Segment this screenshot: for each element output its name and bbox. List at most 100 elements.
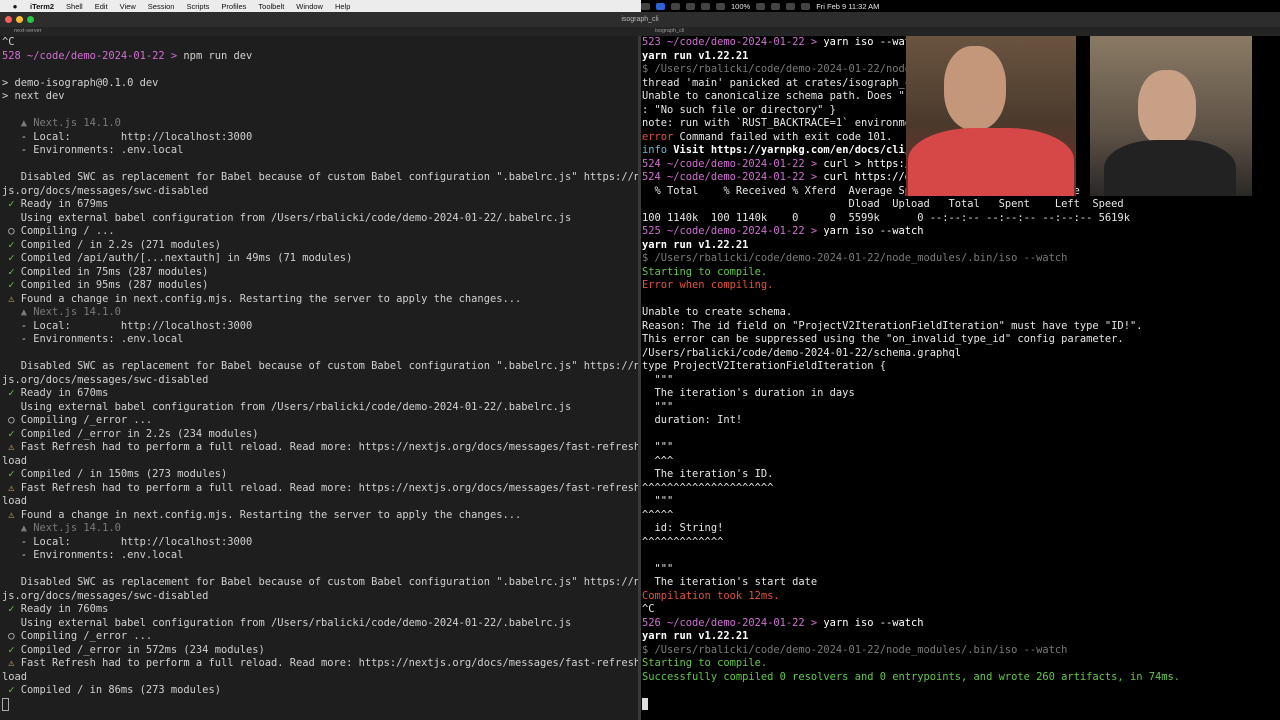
terminal-line: ^^^^^^^^^^^^^^^^^^^^^: [642, 481, 774, 494]
left-terminal-pane[interactable]: ^C 528 ~/code/demo-2024-01-22 > npm run d…: [0, 36, 638, 720]
terminal-line: Compilation took 12ms.: [642, 589, 780, 602]
terminal-line: ✓ Compiled / in 86ms (273 modules): [2, 684, 221, 696]
person-head: [944, 46, 1006, 130]
tab-isograph-cli[interactable]: isograph_cli: [641, 27, 684, 36]
terminal-line: 528 ~/code/demo-2024-01-22 > npm run dev: [2, 49, 253, 62]
battery-icon[interactable]: [756, 2, 766, 10]
terminal-line: - Environments: .env.local: [2, 549, 184, 561]
terminal-line: Dload Upload Total Spent Left Speed: [642, 198, 1124, 210]
menu-item-scripts[interactable]: Scripts: [186, 2, 209, 11]
search-icon[interactable]: [786, 2, 796, 10]
menu-item-session[interactable]: Session: [148, 2, 175, 11]
terminal-line: js.org/docs/messages/swc-disabled: [2, 589, 209, 602]
control-center-icon[interactable]: [801, 2, 811, 10]
bluetooth-icon[interactable]: [716, 2, 725, 10]
sync-icon[interactable]: [686, 2, 695, 10]
menu-item-help[interactable]: Help: [335, 2, 350, 11]
terminal-line: /Users/rbalicki/code/demo-2024-01-22/sch…: [642, 346, 962, 359]
terminal-line: ✓ Compiled in 75ms (287 modules): [2, 265, 209, 278]
terminal-line: Using external babel configuration from …: [2, 400, 572, 413]
person-head: [1138, 70, 1196, 146]
terminal-line: ^C: [642, 603, 655, 615]
menu-item-toolbelt[interactable]: Toolbelt: [258, 2, 284, 11]
terminal-line: ^^^^^^^^^^^^^: [642, 535, 724, 548]
headphones-icon[interactable]: [701, 2, 710, 10]
terminal-line: Using external babel configuration from …: [2, 211, 572, 224]
terminal-line: Disabled SWC as replacement for Babel be…: [2, 576, 638, 588]
terminal-line: ⚠ Fast Refresh had to perform a full rel…: [2, 441, 638, 453]
terminal-line: > demo-isograph@0.1.0 dev: [2, 76, 159, 89]
terminal-line: - Environments: .env.local: [2, 333, 184, 345]
terminal-line: Disabled SWC as replacement for Babel be…: [2, 360, 638, 372]
terminal-line: ^^^: [642, 454, 674, 467]
window-title: isograph_cli: [621, 16, 659, 23]
terminal-line: 526 ~/code/demo-2024-01-22 > yarn iso --…: [642, 616, 924, 629]
terminal-line: ^C: [2, 36, 15, 48]
pane-tab-bar: next-server isograph_cli: [0, 27, 1280, 36]
terminal-line: """: [642, 400, 674, 413]
terminal-line: ○ Compiling / ...: [2, 225, 115, 237]
window-titlebar[interactable]: isograph_cli: [0, 12, 1280, 27]
terminal-line: yarn run v1.22.21: [642, 630, 749, 642]
terminal-line: ^^^^^: [642, 508, 674, 521]
terminal-cursor-line: [0, 697, 638, 712]
terminal-line: ✓ Compiled /_error in 572ms (234 modules…: [2, 643, 265, 656]
menu-item-shell[interactable]: Shell: [66, 2, 83, 11]
terminal-line: ⚠ Found a change in next.config.mjs. Res…: [2, 292, 522, 305]
menu-item-edit[interactable]: Edit: [95, 2, 108, 11]
terminal-line: ✓ Ready in 679ms: [2, 198, 109, 210]
terminal-line: ✓ Compiled in 95ms (287 modules): [2, 279, 209, 291]
close-window-button[interactable]: [5, 16, 12, 23]
terminal-line: $ /Users/rbalicki/code/demo-2024-01-22/n…: [642, 643, 1068, 656]
menu-item-window[interactable]: Window: [296, 2, 323, 11]
minimize-window-button[interactable]: [16, 16, 23, 23]
terminal-line: Disabled SWC as replacement for Babel be…: [2, 171, 638, 183]
terminal-line: load: [2, 495, 28, 507]
terminal-line: ✓ Ready in 670ms: [2, 387, 109, 399]
battery-percent: 100%: [731, 1, 751, 11]
terminal-line: - Local: http://localhost:3000: [2, 319, 253, 332]
cloud-icon[interactable]: [671, 2, 680, 10]
terminal-line: $ /Users/rbalicki/code/demo-2024-01-22/n…: [642, 252, 1068, 264]
terminal-line: load: [2, 670, 28, 683]
terminal-line: ○ Compiling /_error ...: [2, 414, 153, 426]
terminal-line: Starting to compile.: [642, 657, 768, 669]
terminal-line: ⚠ Fast Refresh had to perform a full rel…: [2, 657, 638, 669]
terminal-line: """: [642, 495, 674, 507]
terminal-line: js.org/docs/messages/swc-disabled: [2, 184, 209, 197]
terminal-line: js.org/docs/messages/swc-disabled: [2, 373, 209, 386]
terminal-line: Successfully compiled 0 resolvers and 0 …: [642, 670, 1180, 683]
menu-clock[interactable]: Fri Feb 9 11:32 AM: [816, 2, 879, 11]
terminal-line: load: [2, 454, 28, 467]
terminal-line: ✓ Compiled / in 2.2s (271 modules): [2, 238, 221, 251]
terminal-line: type ProjectV2IterationFieldIteration {: [642, 360, 886, 372]
record-icon[interactable]: [641, 2, 650, 10]
terminal-line: ✓ Ready in 760ms: [2, 603, 109, 615]
terminal-cursor: [2, 697, 9, 711]
menu-app-name[interactable]: iTerm2: [30, 2, 54, 11]
menu-item-profiles[interactable]: Profiles: [221, 2, 246, 11]
terminal-line: ✓ Compiled / in 150ms (273 modules): [2, 468, 228, 480]
menu-item-view[interactable]: View: [120, 2, 136, 11]
terminal-line: id: String!: [642, 522, 724, 534]
terminal-line: - Environments: .env.local: [2, 144, 184, 156]
display-icon[interactable]: [656, 2, 665, 10]
terminal-line: The iteration's duration in days: [642, 387, 855, 399]
terminal-line: ▲ Next.js 14.1.0: [2, 522, 121, 534]
terminal-line: 525 ~/code/demo-2024-01-22 > yarn iso --…: [642, 225, 924, 237]
apple-icon[interactable]: ●: [10, 2, 20, 11]
webcam-overlay-right: [1090, 36, 1252, 196]
terminal-line: yarn run v1.22.21: [642, 238, 749, 251]
terminal-line: - Local: http://localhost:3000: [2, 130, 253, 143]
zoom-window-button[interactable]: [27, 16, 34, 23]
tab-next-server[interactable]: next-server: [0, 27, 42, 36]
terminal-line: Using external babel configuration from …: [2, 616, 572, 629]
wifi-icon[interactable]: [771, 2, 781, 10]
terminal-line: ✓ Compiled /api/auth/[...nextauth] in 49…: [2, 252, 353, 264]
